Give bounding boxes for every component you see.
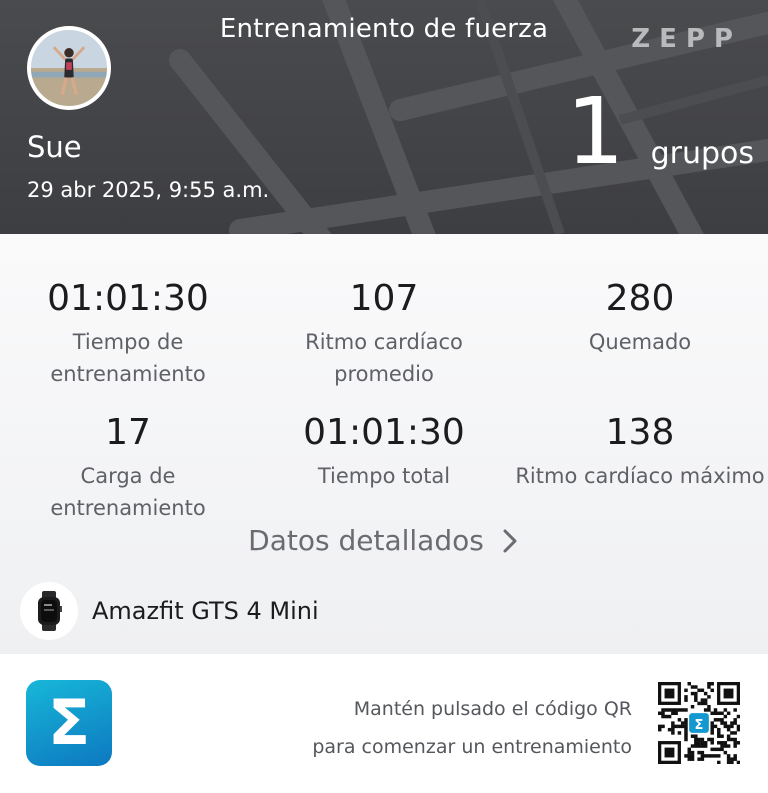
sets-value: 1 [566, 78, 625, 185]
chevron-right-icon [503, 529, 517, 552]
metric-label-line1: Quemado [588, 330, 692, 354]
metric-training-load: 17 Carga de entrenamiento [0, 412, 256, 524]
metric-label-line1: Tiempo de [72, 330, 184, 354]
detailed-data-link[interactable]: Datos detallados [0, 524, 768, 557]
metric-value: 01:01:30 [47, 278, 209, 319]
metric-value: 138 [605, 412, 675, 453]
metrics-grid: 01:01:30 Tiempo de entrenamiento 107 Rit… [0, 278, 768, 524]
qr-text-line2: para comenzar un entrenamiento [312, 736, 632, 758]
qr-text-line1: Mantén pulsado el código QR [353, 698, 632, 720]
metric-value: 107 [349, 278, 419, 319]
watch-icon [38, 591, 62, 631]
user-name: Sue [27, 130, 82, 164]
metric-avg-heart-rate: 107 Ritmo cardíaco promedio [256, 278, 512, 390]
qr-instructions: Mantén pulsado el código QR para comenza… [312, 690, 632, 766]
zepp-app-logo: Σ [26, 680, 112, 766]
device-name: Amazfit GTS 4 Mini [92, 597, 319, 625]
qr-center-logo: Σ [695, 718, 704, 733]
metric-value: 17 [105, 412, 151, 453]
metric-label-line2: entrenamiento [50, 362, 206, 386]
metrics-section: 01:01:30 Tiempo de entrenamiento 107 Rit… [0, 234, 768, 654]
metric-label: Ritmo cardíaco promedio [256, 326, 512, 390]
device-icon-container [20, 582, 78, 640]
zepp-brand-logo: ZEPP [631, 24, 742, 54]
metric-label: Carga de entrenamiento [50, 464, 206, 520]
metric-label: Tiempo total [317, 464, 451, 488]
metric-value: 280 [605, 278, 675, 319]
sigma-icon: Σ [47, 686, 91, 759]
metric-label: Ritmo cardíaco máximo [515, 464, 765, 488]
metric-label: Quemado [512, 326, 768, 358]
sets-unit: grupos [650, 136, 754, 171]
metric-max-heart-rate: 138 Ritmo cardíaco máximo [512, 412, 768, 524]
metric-training-time: 01:01:30 Tiempo de entrenamiento [0, 278, 256, 390]
metric-label-line1: Ritmo cardíaco [305, 330, 463, 354]
workout-header: Entrenamiento de fuerza ZEPP Sue 29 abr … [0, 0, 768, 234]
qr-code[interactable]: Σ [658, 682, 740, 764]
metric-label-line2: promedio [334, 362, 434, 386]
metric-label: Tiempo de entrenamiento [0, 326, 256, 390]
workout-date: 29 abr 2025, 9:55 a.m. [27, 178, 270, 202]
metric-value: 01:01:30 [303, 412, 465, 453]
device-row[interactable]: Amazfit GTS 4 Mini [20, 582, 319, 640]
detailed-data-label: Datos detallados [248, 524, 484, 557]
metric-total-time: 01:01:30 Tiempo total [256, 412, 512, 524]
sets-count: 1 grupos [566, 86, 754, 178]
footer: Σ Mantén pulsado el código QR para comen… [0, 654, 768, 793]
metric-calories-burned: 280 Quemado [512, 278, 768, 390]
